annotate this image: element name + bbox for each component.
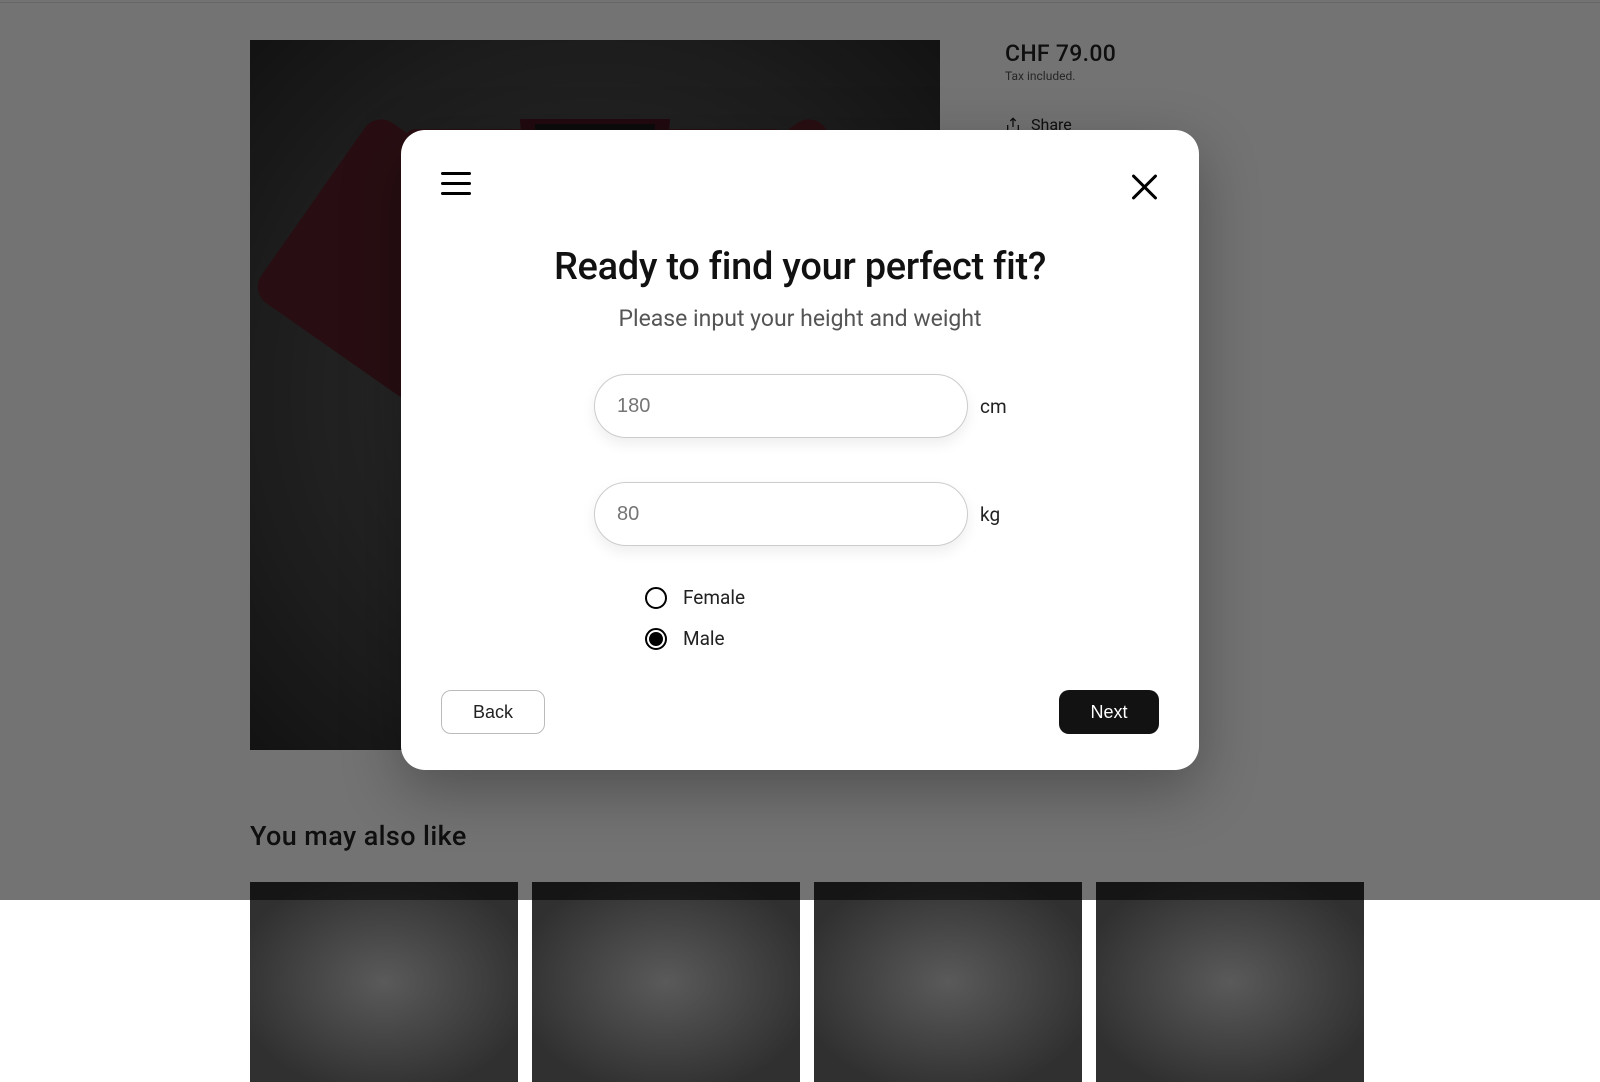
- height-input[interactable]: [594, 374, 968, 438]
- gender-female-radio[interactable]: Female: [645, 586, 1159, 609]
- weight-unit-label: kg: [980, 503, 1006, 526]
- radio-label-male: Male: [683, 627, 725, 650]
- modal-title: Ready to find your perfect fit?: [441, 245, 1159, 289]
- fit-modal: Ready to find your perfect fit? Please i…: [401, 130, 1199, 770]
- weight-row: kg: [594, 482, 1006, 546]
- recommended-cards: [250, 882, 1364, 1082]
- weight-input[interactable]: [594, 482, 968, 546]
- gender-male-radio[interactable]: Male: [645, 627, 1159, 650]
- modal-button-row: Back Next: [441, 690, 1159, 734]
- recommended-card[interactable]: [1096, 882, 1364, 1082]
- radio-icon: [645, 587, 667, 609]
- menu-icon[interactable]: [441, 172, 475, 200]
- next-button[interactable]: Next: [1059, 690, 1159, 734]
- height-unit-label: cm: [980, 395, 1006, 418]
- modal-subtitle: Please input your height and weight: [441, 305, 1159, 332]
- close-icon[interactable]: [1129, 172, 1159, 202]
- radio-label-female: Female: [683, 586, 745, 609]
- recommended-card[interactable]: [250, 882, 518, 1082]
- recommended-card[interactable]: [814, 882, 1082, 1082]
- back-button[interactable]: Back: [441, 690, 545, 734]
- modal-inputs: cm kg: [441, 374, 1159, 546]
- gender-radio-group: Female Male: [645, 586, 1159, 650]
- recommended-card[interactable]: [532, 882, 800, 1082]
- height-row: cm: [594, 374, 1006, 438]
- radio-icon: [645, 628, 667, 650]
